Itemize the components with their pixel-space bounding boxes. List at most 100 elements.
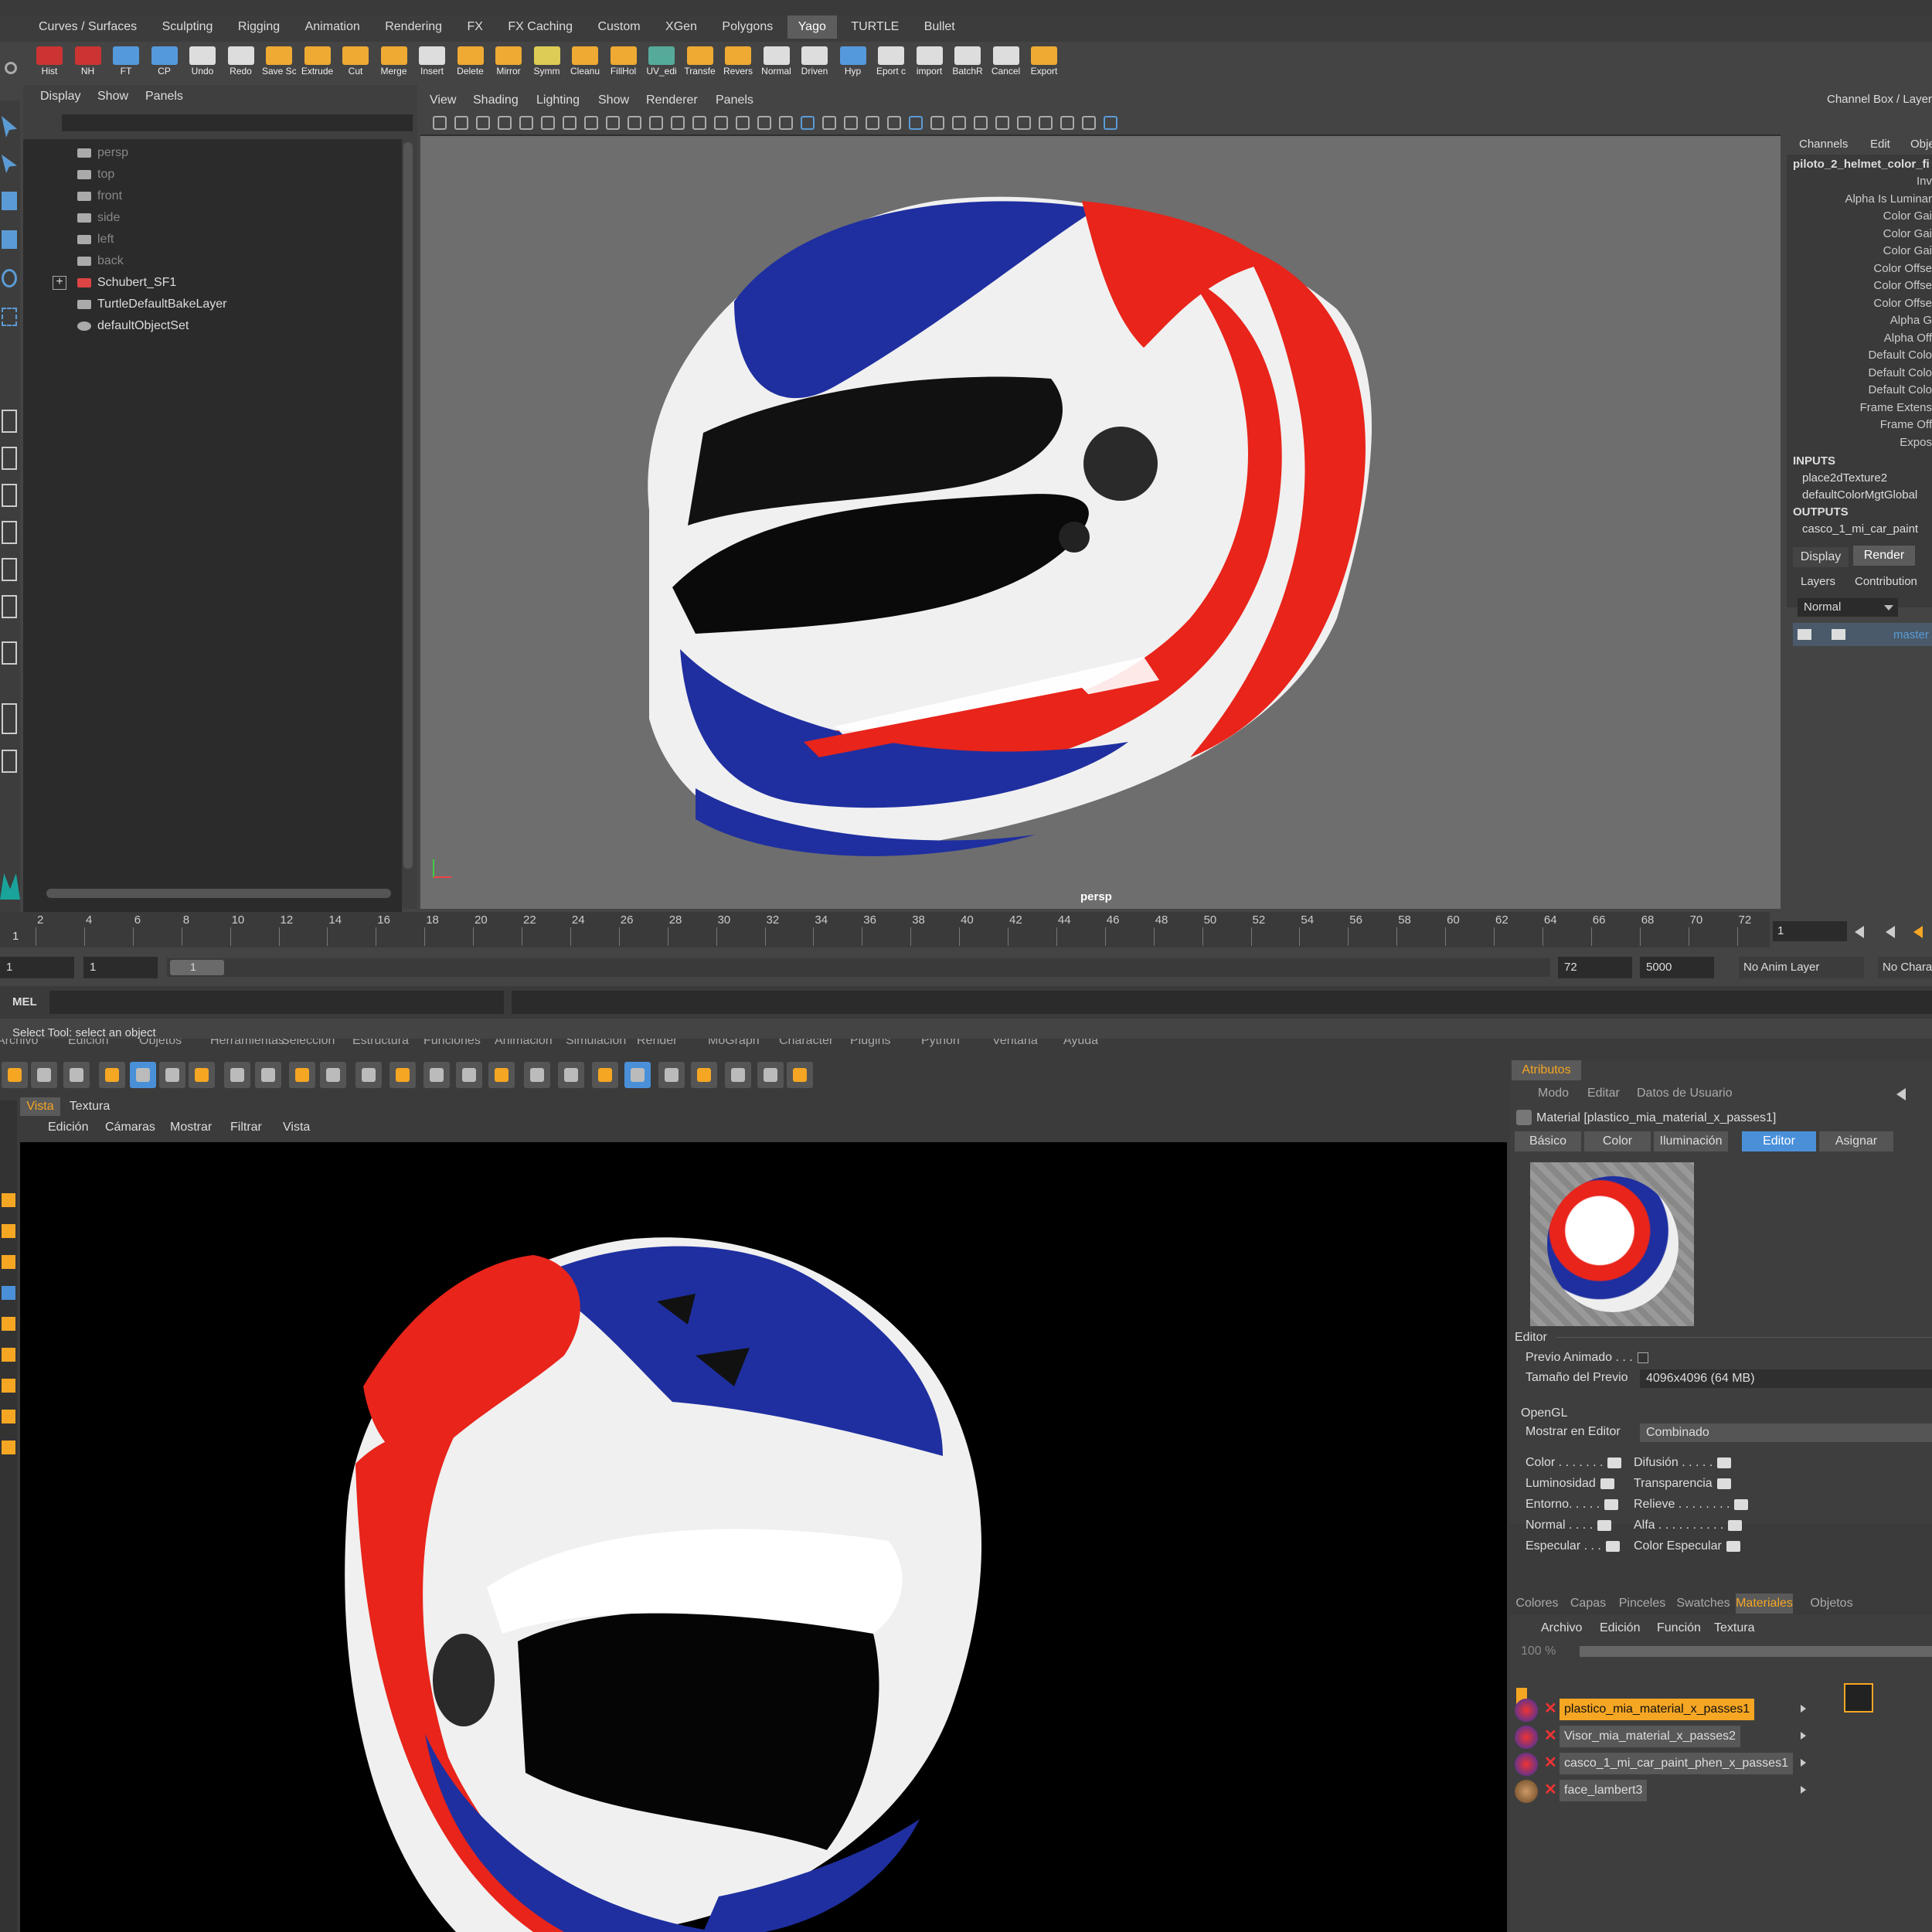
c4d-tool-button[interactable] bbox=[99, 1062, 125, 1088]
tab-display[interactable]: Display bbox=[1793, 547, 1849, 567]
shelf-tab[interactable]: FX Caching bbox=[497, 15, 583, 39]
play-back-icon[interactable] bbox=[1913, 926, 1923, 938]
range-slider-handle[interactable]: 1 bbox=[170, 960, 224, 975]
eye-icon[interactable] bbox=[1716, 1478, 1731, 1489]
outliner-scrollbar[interactable] bbox=[403, 142, 413, 869]
c4d-tool-button[interactable] bbox=[130, 1062, 156, 1088]
attr-menu-modo[interactable]: Modo bbox=[1538, 1087, 1569, 1100]
c4d-tool-button[interactable] bbox=[423, 1062, 450, 1088]
shelf-button[interactable]: Extrude bbox=[301, 45, 335, 80]
previo-animado-checkbox[interactable] bbox=[1637, 1352, 1648, 1363]
c4d-tool-button[interactable] bbox=[320, 1062, 346, 1088]
manager-tab[interactable]: Swatches bbox=[1674, 1594, 1733, 1614]
c4d-tool-icon[interactable] bbox=[2, 1193, 15, 1207]
shelf-button[interactable]: Merge bbox=[377, 45, 411, 80]
c4d-tool-icon[interactable] bbox=[2, 1255, 15, 1269]
c4d-tool-icon[interactable] bbox=[2, 1440, 15, 1454]
c4d-view-menu-edicion[interactable]: Edición bbox=[48, 1121, 88, 1134]
tab-contribution[interactable]: Contribution bbox=[1855, 575, 1917, 588]
c4d-tool-button[interactable] bbox=[63, 1062, 90, 1088]
tab-textura[interactable]: Textura bbox=[62, 1097, 117, 1116]
close-icon[interactable]: ✕ bbox=[1544, 1780, 1557, 1799]
c4d-tool-button[interactable] bbox=[389, 1062, 416, 1088]
material-row[interactable]: ✕ plastico_mia_material_x_passes1 bbox=[1515, 1697, 1932, 1722]
viewport-toolbar-icon[interactable] bbox=[736, 116, 750, 130]
shelf-button[interactable]: Hist bbox=[32, 45, 66, 80]
chevron-right-icon[interactable] bbox=[1801, 1759, 1806, 1767]
tab-vista[interactable]: Vista bbox=[20, 1097, 60, 1116]
outliner-menu-display[interactable]: Display bbox=[40, 90, 80, 104]
shelf-button[interactable]: Cut bbox=[338, 45, 372, 80]
mostrar-editor-dropdown[interactable]: Combinado bbox=[1640, 1423, 1932, 1442]
viewport-toolbar-icon[interactable] bbox=[930, 116, 944, 130]
move-tool-icon[interactable] bbox=[2, 230, 17, 249]
channel-attr[interactable]: Color Offse bbox=[1873, 262, 1932, 275]
shelf-button[interactable]: Transfe bbox=[683, 45, 717, 80]
chevron-right-icon[interactable] bbox=[1801, 1732, 1806, 1740]
c4d-tool-button[interactable] bbox=[524, 1062, 550, 1088]
close-icon[interactable]: ✕ bbox=[1544, 1753, 1557, 1772]
c4d-tool-button[interactable] bbox=[592, 1062, 618, 1088]
channel-attr[interactable]: Default Colo bbox=[1868, 366, 1932, 379]
viewport-toolbar-icon[interactable] bbox=[779, 116, 793, 130]
c4d-tool-button[interactable] bbox=[725, 1062, 751, 1088]
shelf-tab[interactable]: TURTLE bbox=[840, 15, 910, 39]
c4d-tool-button[interactable] bbox=[159, 1062, 185, 1088]
shelf-tab[interactable]: Curves / Surfaces bbox=[28, 15, 148, 39]
subtab-editor[interactable]: Editor bbox=[1742, 1131, 1816, 1151]
attr-menu-datos[interactable]: Datos de Usuario bbox=[1637, 1087, 1733, 1100]
subtab-basico[interactable]: Básico bbox=[1515, 1131, 1581, 1151]
channel-box-menu-object[interactable]: Obje bbox=[1910, 138, 1932, 151]
channel-attr[interactable]: Color Gai bbox=[1883, 227, 1932, 240]
c4d-view-menu-vista[interactable]: Vista bbox=[283, 1121, 310, 1134]
shelf-tab[interactable]: Animation bbox=[294, 15, 371, 39]
manager-tab[interactable]: Capas bbox=[1566, 1594, 1611, 1614]
outliner-menu-show[interactable]: Show bbox=[97, 90, 128, 104]
outliner-menu-panels[interactable]: Panels bbox=[145, 90, 183, 104]
shelf-button[interactable]: Symm bbox=[530, 45, 564, 80]
previo-animado-row[interactable]: Previo Animado . . . bbox=[1526, 1351, 1648, 1365]
layout-icon[interactable] bbox=[2, 521, 17, 544]
layout-icon[interactable] bbox=[2, 447, 17, 470]
shelf-tab[interactable]: Rendering bbox=[374, 15, 453, 39]
shelf-tab[interactable]: XGen bbox=[655, 15, 708, 39]
viewport-toolbar-icon[interactable] bbox=[974, 116, 988, 130]
viewport-toolbar-icon[interactable] bbox=[801, 116, 815, 130]
shelf-button[interactable]: import bbox=[913, 45, 947, 80]
shelf-button[interactable]: UV_edi bbox=[645, 45, 679, 80]
c4d-tool-icon[interactable] bbox=[2, 1224, 15, 1238]
outliner-item-front[interactable]: front bbox=[77, 185, 122, 207]
c4d-menu-item[interactable]: Render bbox=[637, 1039, 677, 1048]
viewport-toolbar-icon[interactable] bbox=[1017, 116, 1031, 130]
c4d-menu-item[interactable]: Archivo bbox=[0, 1039, 38, 1048]
channel-toggle-row[interactable]: Difusión . . . . . bbox=[1634, 1456, 1732, 1470]
channel-attr[interactable]: Color Gai bbox=[1883, 244, 1932, 257]
channel-attr[interactable]: Color Offse bbox=[1873, 297, 1932, 310]
outliner-item-objectset[interactable]: defaultObjectSet bbox=[77, 315, 189, 337]
channel-toggle-row[interactable]: Color Especular bbox=[1634, 1539, 1740, 1553]
eye-icon[interactable] bbox=[1604, 1498, 1619, 1510]
viewport-toolbar-icon[interactable] bbox=[541, 116, 555, 130]
eye-icon[interactable] bbox=[1734, 1498, 1749, 1510]
paint-tool-icon[interactable] bbox=[2, 192, 17, 210]
layout-icon[interactable] bbox=[2, 703, 17, 734]
playback-controls[interactable] bbox=[1855, 923, 1932, 941]
render-layer-row[interactable]: master bbox=[1793, 623, 1932, 646]
input-node[interactable]: place2dTexture2 bbox=[1802, 471, 1887, 485]
channel-attr[interactable]: Expos bbox=[1900, 436, 1932, 449]
viewport-toolbar-icon[interactable] bbox=[649, 116, 663, 130]
viewport-toolbar-icon[interactable] bbox=[433, 116, 447, 130]
material-row[interactable]: ✕ face_lambert3 bbox=[1515, 1778, 1932, 1803]
channel-toggle-row[interactable]: Color . . . . . . . bbox=[1526, 1456, 1622, 1470]
mat-menu-archivo[interactable]: Archivo bbox=[1541, 1621, 1582, 1635]
c4d-tool-button[interactable] bbox=[189, 1062, 215, 1088]
outliner-item-top[interactable]: top bbox=[77, 164, 114, 185]
c4d-tool-icon[interactable] bbox=[2, 1286, 15, 1300]
viewport-toolbar-icon[interactable] bbox=[606, 116, 620, 130]
outliner-item-schubert[interactable]: Schubert_SF1 bbox=[77, 272, 176, 294]
c4d-tool-button[interactable] bbox=[757, 1062, 784, 1088]
current-frame-field[interactable]: 1 bbox=[1773, 921, 1847, 941]
viewport-toolbar-icon[interactable] bbox=[671, 116, 685, 130]
eye-icon[interactable] bbox=[1605, 1540, 1620, 1552]
mat-menu-funcion[interactable]: Función bbox=[1657, 1621, 1701, 1635]
